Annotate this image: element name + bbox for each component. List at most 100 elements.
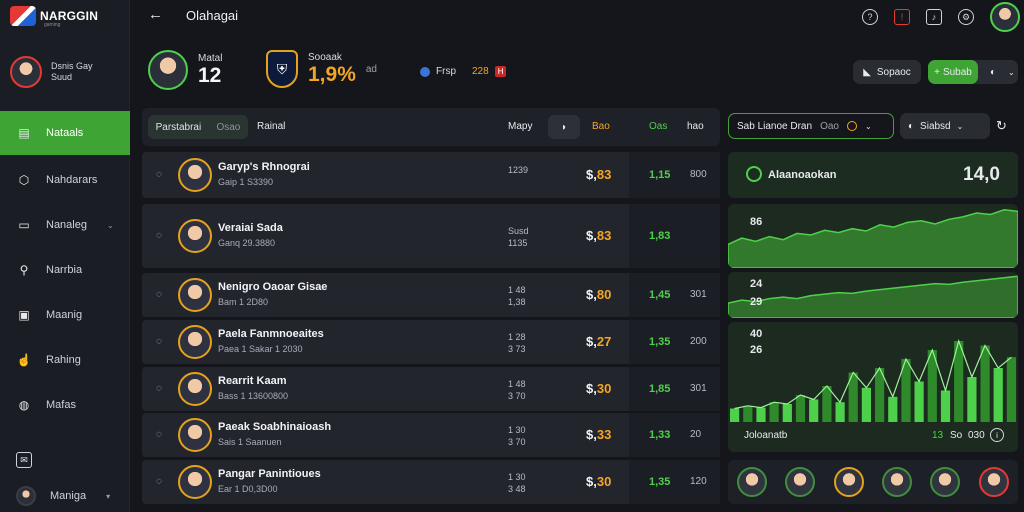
sidebar-item-2[interactable]: ▭ Nanaleg ⌄: [0, 203, 130, 247]
help-icon[interactable]: ?: [862, 9, 878, 25]
tag-icon: ⬡: [18, 173, 30, 187]
row-b[interactable]: $,30: [586, 381, 611, 396]
table-row[interactable]: ◌ Pangar Panintioues Ear 1 D0,3D00 1 30 …: [142, 460, 720, 504]
sidebar-item-6[interactable]: ◍ Mafas: [0, 383, 130, 427]
avatar[interactable]: [882, 467, 913, 497]
row-b[interactable]: $,33: [586, 427, 611, 442]
player-name[interactable]: Garyp's Rhnograi: [218, 161, 310, 173]
col-name[interactable]: Rainal: [257, 121, 285, 132]
chart-bar: [756, 407, 766, 422]
chart-label: 40: [750, 328, 763, 340]
chart-bar: [795, 395, 806, 422]
avatar[interactable]: [930, 467, 961, 497]
row-b[interactable]: $,83: [586, 167, 611, 182]
avatar: [178, 158, 212, 192]
sopaoc-button[interactable]: ◣ Sopaoc: [853, 60, 921, 84]
row-marker-icon[interactable]: ◌: [156, 289, 162, 300]
col-a[interactable]: Mapy: [508, 121, 532, 132]
sidebar-item-label: Narrbia: [46, 264, 83, 276]
chart-bar: [888, 396, 898, 422]
avatar[interactable]: [737, 467, 768, 497]
bell-icon[interactable]: ♪: [926, 9, 942, 25]
player-name[interactable]: Rearrit Kaam: [218, 375, 286, 387]
row-a: 1 48: [508, 379, 526, 389]
table-row[interactable]: ◌ Rearrit Kaam Bass 1 13600800 1 48 3 70…: [142, 367, 720, 411]
col-d[interactable]: hao: [687, 121, 704, 132]
player-name[interactable]: Nenigro Oaoar Gisae: [218, 281, 327, 293]
dashboard-icon: ▤: [18, 126, 30, 140]
tab-1[interactable]: Parstabrai: [156, 122, 202, 133]
alert-icon[interactable]: !: [894, 9, 910, 25]
avatar: [178, 278, 212, 312]
row-a2: 3 70: [508, 391, 526, 401]
subab-button[interactable]: + Subab ◐ ⌄: [928, 60, 1018, 84]
col-c[interactable]: Oas: [649, 121, 667, 132]
player-name[interactable]: Paeak Soabhinaioash: [218, 421, 331, 433]
button-label: Siabsd: [920, 120, 951, 132]
table-row[interactable]: ◌ Veraiai Sada Ganq 29.3880 Susd 1135 $,…: [142, 204, 720, 268]
avatar: [148, 50, 188, 90]
row-marker-icon[interactable]: ◌: [156, 383, 162, 394]
settings-icon[interactable]: ⚙: [958, 9, 974, 25]
refresh-icon[interactable]: ↻: [996, 118, 1007, 134]
sidebar-item-0[interactable]: ▤ Nataals: [0, 111, 130, 155]
sidebar-item-label: Nahdarars: [46, 174, 98, 186]
stat-label: Sooaak: [308, 51, 342, 63]
sidebar-item-label: Mafas: [46, 399, 76, 411]
row-marker-icon[interactable]: ◌: [156, 429, 162, 440]
row-b[interactable]: $,83: [586, 228, 611, 243]
sidebar-item-5[interactable]: ☝ Rahing: [0, 338, 130, 382]
sidebar-item-1[interactable]: ⬡ Nahdarars: [0, 158, 130, 202]
avatar[interactable]: [978, 467, 1009, 497]
row-b[interactable]: $,80: [586, 287, 611, 302]
table-row[interactable]: ◌ Nenigro Oaoar Gisae Bam 1 2D80 1 48 1,…: [142, 273, 720, 317]
back-arrow-icon[interactable]: ←: [148, 6, 163, 23]
row-marker-icon[interactable]: ◌: [156, 169, 162, 180]
summary-card: Alaanoaokan 14,0: [728, 152, 1018, 198]
row-a: Susd: [508, 226, 529, 236]
chart-bar: [914, 381, 924, 422]
table-row[interactable]: ◌ Paeak Soabhinaioash Sais 1 Saanuen 1 3…: [142, 413, 720, 457]
siabsd-button[interactable]: ◐ Siabsd ⌄: [900, 113, 990, 139]
info-icon[interactable]: i: [990, 428, 1004, 442]
tab-2[interactable]: Osao: [216, 122, 240, 133]
series-sub: Oao: [820, 120, 839, 132]
subab-label-wrap: + Subab: [928, 60, 978, 84]
user-avatar[interactable]: [990, 2, 1020, 32]
avatar[interactable]: [785, 467, 816, 497]
chart-bar: [1006, 357, 1016, 422]
avatar[interactable]: [833, 467, 864, 497]
sidebar-item-3[interactable]: ⚲ Narrbia: [0, 248, 130, 292]
col-b[interactable]: Bao: [592, 121, 610, 132]
top-icons: ? ! ♪ ⚙: [862, 2, 1020, 32]
card-value: 14,0: [963, 164, 1000, 185]
mail-icon[interactable]: ✉: [16, 452, 32, 468]
user-profile[interactable]: Dsnis Gay Suud: [10, 56, 93, 88]
row-a: 1 48: [508, 285, 526, 295]
sidebar-item-4[interactable]: ▣ Maanig: [0, 293, 130, 337]
table-row[interactable]: ◌ Garyp's Rhnograi Gaip 1 S3390 1239 $,8…: [142, 152, 720, 198]
area-chart-1: [728, 209, 1018, 268]
avatar: [178, 325, 212, 359]
player-name[interactable]: Paela Fanmnoeaites: [218, 328, 324, 340]
filter-icon[interactable]: ◗: [548, 115, 580, 139]
series-selector[interactable]: Sab Lianoe Dran Oao ⌄: [728, 113, 894, 139]
row-b[interactable]: $,27: [586, 334, 611, 349]
row-c: 1,33: [649, 429, 671, 441]
row-a2: 3 48: [508, 484, 526, 494]
row-marker-icon[interactable]: ◌: [156, 476, 162, 487]
segmented-tabs[interactable]: Parstabrai Osao: [148, 115, 248, 139]
sidebar-item-bottom[interactable]: Maniga ▾: [0, 474, 130, 512]
freq-badge: H: [494, 66, 507, 77]
player-name[interactable]: Pangar Panintioues: [218, 468, 321, 480]
row-b[interactable]: $,30: [586, 474, 611, 489]
table-row[interactable]: ◌ Paela Fanmnoeaites Paea 1 Sakar 1 2030…: [142, 320, 720, 364]
chart-bar: [861, 387, 871, 422]
player-name[interactable]: Veraiai Sada: [218, 222, 283, 234]
card-title: Alaanoaokan: [768, 169, 837, 181]
row-marker-icon[interactable]: ◌: [156, 230, 162, 241]
row-a: 1239: [508, 165, 529, 175]
row-marker-icon[interactable]: ◌: [156, 336, 162, 347]
chevron-down-icon: ⌄: [1008, 67, 1015, 77]
chart-label: 29: [750, 296, 763, 308]
